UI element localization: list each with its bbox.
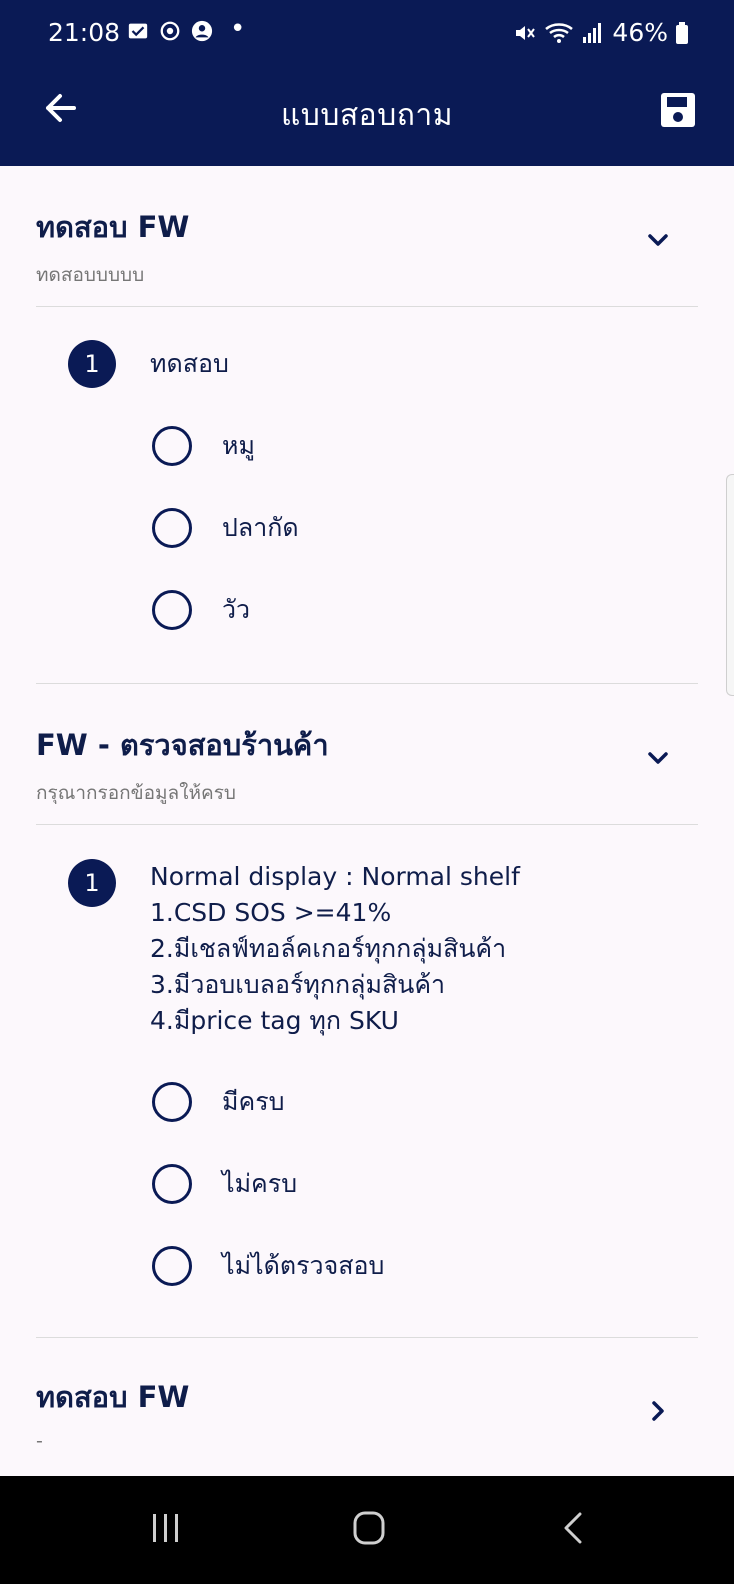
- question-text-line: 2.มีเชลฟ์ทอล์คเกอร์ทุกกลุ่มสินค้า: [150, 934, 507, 963]
- divider: [36, 1337, 698, 1338]
- chevron-down-icon[interactable]: [644, 744, 672, 772]
- page-title: แบบสอบถาม: [280, 98, 454, 133]
- radio-button[interactable]: [152, 1082, 192, 1122]
- wifi-icon: [545, 22, 574, 43]
- radio-option[interactable]: มีครบ: [152, 1081, 285, 1123]
- scrollbar-thumb[interactable]: [726, 474, 734, 696]
- section-title: FW - ตรวจสอบร้านค้า: [36, 728, 329, 762]
- divider: [36, 306, 698, 307]
- radio-option[interactable]: ไม่ได้ตรวจสอบ: [152, 1245, 384, 1287]
- sync-icon: [160, 21, 180, 41]
- question-text: Normal display : Normal shelf 1.CSD SOS …: [150, 859, 520, 1039]
- section-subtitle: กรุณากรอกข้อมูลให้ครบ: [36, 782, 236, 804]
- notification-dot: •: [230, 14, 246, 44]
- option-label: มีครบ: [222, 1087, 285, 1116]
- option-label: วัว: [222, 595, 251, 624]
- save-icon[interactable]: [658, 90, 698, 130]
- radio-option[interactable]: ปลากัด: [152, 507, 299, 549]
- question-text-line: 1.CSD SOS >=41%: [150, 898, 392, 927]
- signal-icon: [583, 22, 602, 43]
- notification-icons: [127, 20, 213, 42]
- radio-option[interactable]: วัว: [152, 589, 250, 631]
- section-header[interactable]: FW - ตรวจสอบร้านค้า กรุณากรอกข้อมูลให้คร…: [36, 722, 698, 808]
- question-text: ทดสอบ: [150, 349, 229, 378]
- home-icon[interactable]: [347, 1506, 391, 1550]
- option-label: ปลากัด: [222, 513, 299, 542]
- gmail-check-icon: [128, 23, 148, 39]
- account-icon: [191, 20, 213, 42]
- radio-option[interactable]: ไม่ครบ: [152, 1163, 297, 1205]
- section-title: ทดสอบ FW: [36, 210, 190, 244]
- survey-content: ทดสอบ FW ทดสอบบบบบ 1 ทดสอบ หมู ปลากัด วั…: [0, 166, 734, 1488]
- option-label: ไม่ครบ: [222, 1169, 298, 1198]
- battery-icon: [676, 21, 688, 44]
- question-text-line: 3.มีวอบเบลอร์ทุกกลุ่มสินค้า: [150, 970, 446, 999]
- section-header[interactable]: ทดสอบ FW -: [36, 1374, 698, 1452]
- question-number-badge: 1: [68, 340, 116, 388]
- recent-apps-icon[interactable]: [144, 1506, 188, 1550]
- radio-button[interactable]: [152, 590, 192, 630]
- radio-button[interactable]: [152, 426, 192, 466]
- chevron-right-icon[interactable]: [644, 1397, 672, 1425]
- mute-icon: [516, 25, 536, 40]
- battery-percent: 46%: [612, 18, 668, 47]
- question-text-line: Normal display : Normal shelf: [150, 862, 520, 891]
- section-header[interactable]: ทดสอบ FW ทดสอบบบบบ: [36, 204, 698, 290]
- app-bar: แบบสอบถาม: [0, 70, 734, 166]
- status-time: 21:08: [48, 18, 121, 47]
- radio-button[interactable]: [152, 1246, 192, 1286]
- section-title: ทดสอบ FW: [36, 1380, 190, 1414]
- system-nav-bar: [0, 1476, 734, 1584]
- back-nav-icon[interactable]: [552, 1506, 596, 1550]
- section-subtitle: -: [36, 1430, 43, 1452]
- question-number-badge: 1: [68, 859, 116, 907]
- divider: [36, 824, 698, 825]
- option-label: ไม่ได้ตรวจสอบ: [222, 1251, 385, 1280]
- option-label: หมู: [222, 431, 255, 460]
- radio-option[interactable]: หมู: [152, 425, 255, 467]
- divider: [36, 683, 698, 684]
- chevron-down-icon[interactable]: [644, 226, 672, 254]
- question-text-line: 4.มีprice tag ทุก SKU: [150, 1006, 399, 1035]
- status-right: 46%: [512, 18, 688, 47]
- section-subtitle: ทดสอบบบบบ: [36, 264, 145, 286]
- status-bar: 21:08 • 46%: [0, 0, 734, 70]
- radio-button[interactable]: [152, 1164, 192, 1204]
- top-bar: 21:08 • 46% แบบสอบถาม: [0, 0, 734, 166]
- radio-button[interactable]: [152, 508, 192, 548]
